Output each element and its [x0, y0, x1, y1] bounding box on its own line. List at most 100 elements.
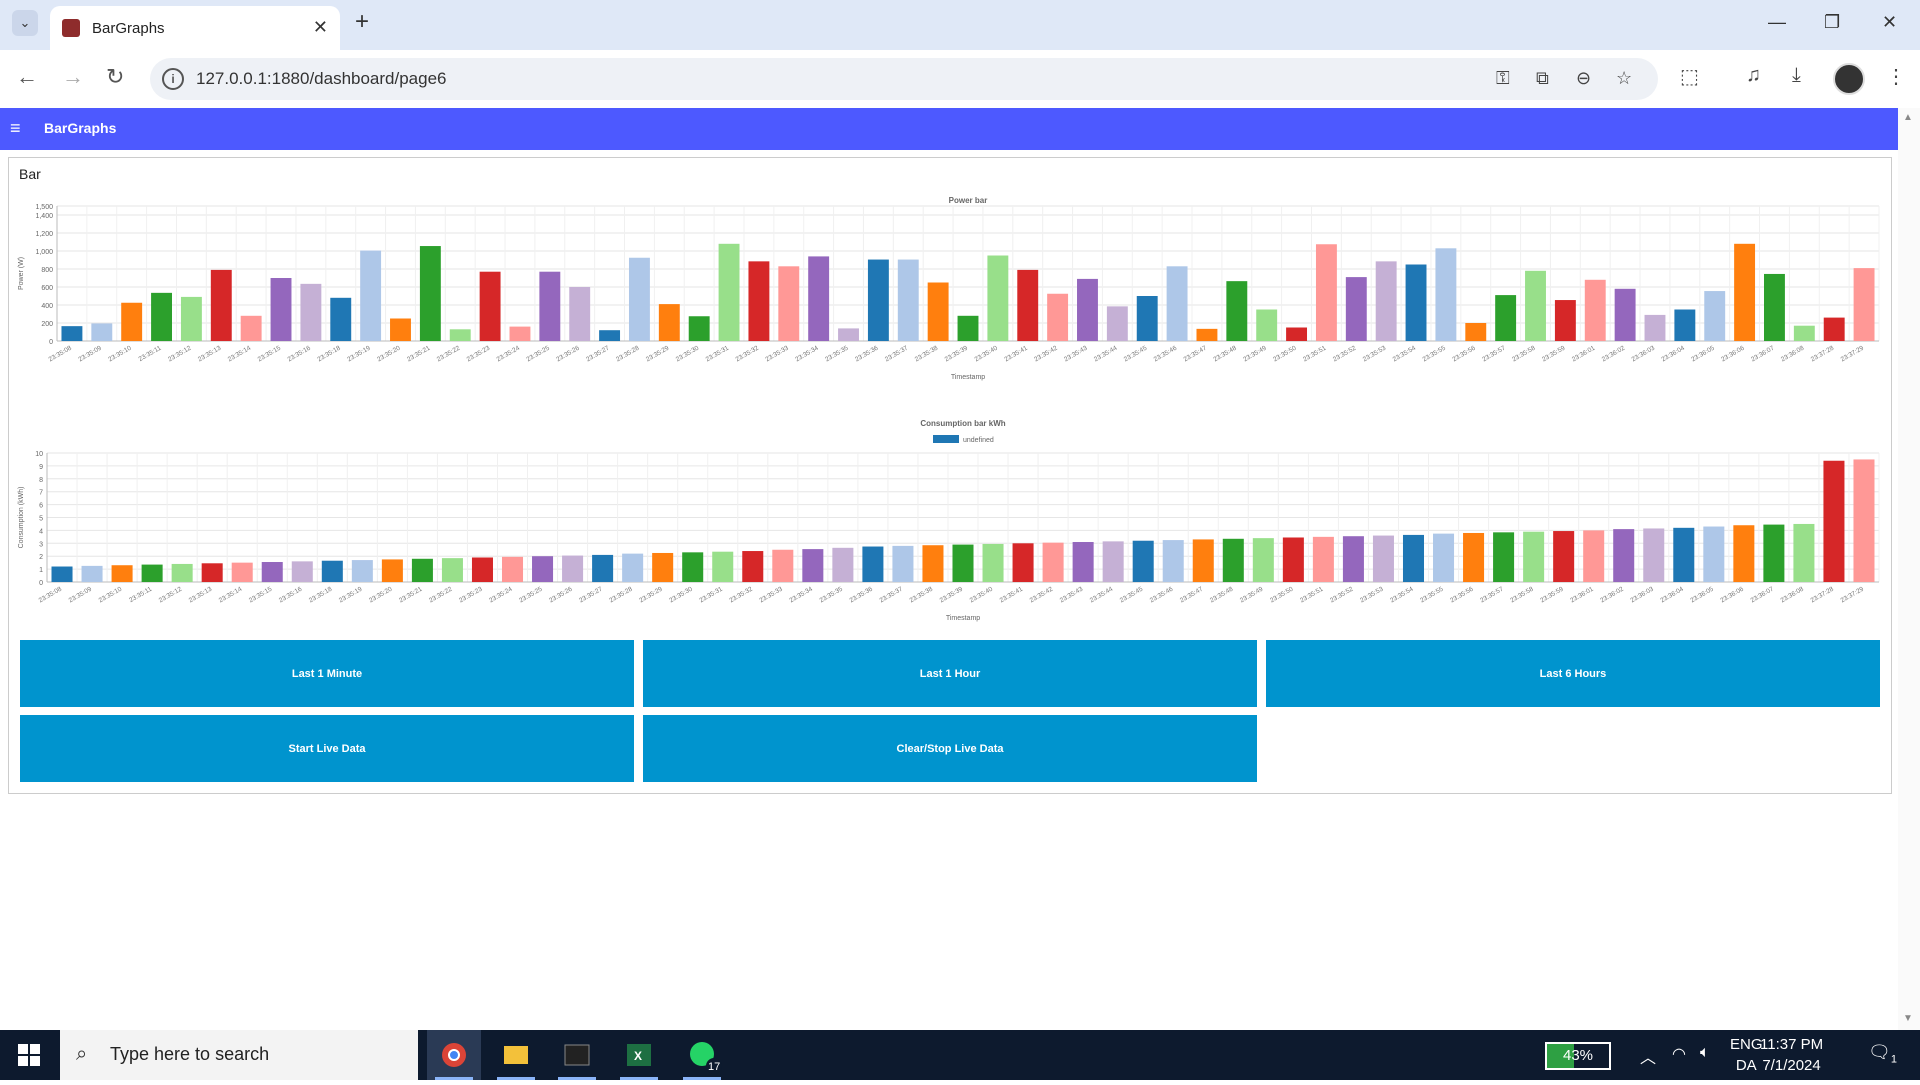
browser-tab[interactable]: BarGraphs ✕	[50, 6, 340, 50]
x-tick-label: 23:35:45	[1119, 585, 1145, 604]
x-tick-label: 23:36:04	[1659, 585, 1685, 604]
scroll-down-icon[interactable]: ▼	[1903, 1013, 1913, 1024]
avatar[interactable]	[1833, 63, 1865, 95]
x-tick-label: 23:37:29	[1840, 585, 1866, 604]
x-tick-label: 23:36:02	[1599, 585, 1625, 604]
bar	[1703, 526, 1725, 582]
bar	[569, 287, 591, 341]
bar	[532, 556, 554, 582]
address-bar[interactable]: i 127.0.0.1:1880/dashboard/page6 ⚿ ⧉ ⊖ ☆	[150, 58, 1658, 100]
x-tick-label: 23:35:27	[578, 585, 604, 604]
last-1-hour-button[interactable]: Last 1 Hour	[643, 640, 1257, 707]
taskbar-file-explorer-icon[interactable]	[489, 1030, 543, 1080]
x-tick-label: 23:35:58	[1511, 344, 1537, 363]
bar	[1764, 273, 1785, 341]
scroll-up-icon[interactable]: ▲	[1903, 112, 1913, 123]
page-scrollbar[interactable]	[1898, 108, 1920, 1030]
x-tick-label: 23:35:42	[1029, 585, 1055, 604]
x-tick-label: 23:35:21	[398, 585, 424, 604]
restore-button[interactable]: ❐	[1824, 12, 1840, 33]
bar	[81, 565, 103, 582]
start-live-data-button[interactable]: Start Live Data	[20, 715, 634, 782]
download-icon[interactable]: ⤓	[1792, 64, 1801, 87]
taskbar-whatsapp-icon[interactable]: 17	[675, 1030, 729, 1080]
x-tick-label: 23:35:23	[458, 585, 484, 604]
bar	[201, 563, 223, 582]
bar	[1525, 270, 1546, 341]
clear-stop-live-data-button[interactable]: Clear/Stop Live Data	[643, 715, 1257, 782]
new-tab-button[interactable]: +	[355, 10, 369, 34]
x-tick-label: 23:36:02	[1601, 344, 1627, 363]
x-tick-label: 23:35:39	[944, 344, 970, 363]
bar	[1375, 261, 1397, 341]
taskbar-terminal-icon[interactable]	[550, 1030, 604, 1080]
taskbar-search-box[interactable]: ⌕ Type here to search	[60, 1030, 418, 1080]
bar	[1433, 533, 1455, 582]
taskbar-excel-icon[interactable]: X	[612, 1030, 666, 1080]
volume-icon[interactable]: 🔈︎	[1700, 1044, 1710, 1062]
info-icon[interactable]: i	[162, 68, 184, 90]
x-tick-label: 23:35:40	[973, 344, 999, 363]
language-indicator[interactable]: ENG DA	[1730, 1034, 1763, 1076]
x-tick-label: 23:35:49	[1239, 585, 1265, 604]
windows-start-icon[interactable]	[18, 1044, 40, 1066]
bar	[712, 551, 734, 582]
x-tick-label: 23:35:46	[1153, 344, 1179, 363]
extensions-icon[interactable]: ⬚	[1680, 64, 1699, 89]
legend-swatch	[933, 435, 959, 443]
zoom-out-icon[interactable]: ⊖	[1576, 68, 1591, 89]
bar	[111, 565, 133, 582]
x-tick-label: 23:35:19	[338, 585, 364, 604]
back-icon[interactable]: ←	[16, 64, 38, 90]
close-tab-icon[interactable]: ✕	[313, 17, 328, 38]
bar	[867, 259, 889, 341]
notifications-icon[interactable]: 🗨︎1	[1868, 1042, 1897, 1066]
bar	[91, 323, 113, 341]
bar	[121, 302, 143, 341]
bar	[1226, 281, 1248, 341]
power-bar-chart: Power bar 0 200 400 600 800 1,000 1,200 1,400 1,5…	[18, 196, 1880, 381]
bar	[1166, 266, 1188, 341]
taskbar-chrome-icon[interactable]	[427, 1030, 481, 1080]
x-tick-label: 23:35:51	[1299, 585, 1325, 604]
search-icon: ⌕	[76, 1043, 88, 1065]
bar	[987, 255, 1009, 341]
url-text[interactable]: 127.0.0.1:1880/dashboard/page6	[196, 69, 447, 89]
battery-indicator[interactable]: 43%	[1545, 1042, 1611, 1070]
bar	[1286, 327, 1308, 341]
last-1-minute-button[interactable]: Last 1 Minute	[20, 640, 634, 707]
bar	[592, 554, 614, 582]
open-external-icon[interactable]: ⧉	[1536, 68, 1549, 89]
show-hidden-icons-chevron-icon[interactable]: ︿	[1640, 1044, 1656, 1068]
y-axis-label: Consumption (kWh)	[18, 487, 25, 549]
wifi-icon[interactable]: ◠	[1672, 1044, 1686, 1064]
bar	[1704, 291, 1726, 341]
close-window-button[interactable]: ✕	[1882, 12, 1897, 33]
bar	[240, 315, 262, 341]
x-tick-label: 23:35:34	[788, 585, 814, 604]
bar	[360, 250, 382, 341]
tab-list-button[interactable]: ⌄	[12, 10, 38, 36]
x-tick-label: 23:35:52	[1332, 344, 1358, 363]
y-tick-label: 600	[41, 285, 53, 292]
y-tick-label: 1	[39, 567, 43, 574]
more-icon[interactable]: ⋮	[1886, 64, 1906, 89]
y-tick-label: 400	[41, 303, 53, 310]
forward-icon[interactable]: →	[62, 64, 84, 90]
last-6-hours-button[interactable]: Last 6 Hours	[1266, 640, 1880, 707]
media-icon[interactable]: ♫	[1746, 64, 1761, 87]
key-icon[interactable]: ⚿	[1496, 68, 1510, 89]
y-tick-label: 0	[49, 339, 53, 346]
bar	[300, 283, 322, 341]
star-icon[interactable]: ☆	[1616, 68, 1632, 89]
x-tick-label: 23:36:05	[1690, 344, 1716, 363]
reload-icon[interactable]: ↻	[106, 64, 124, 90]
bar	[419, 246, 441, 341]
bar	[622, 553, 644, 582]
hamburger-menu-icon[interactable]: ≡	[10, 118, 21, 139]
x-tick-label: 23:35:16	[286, 344, 312, 363]
bar	[1495, 295, 1517, 341]
taskbar-clock[interactable]: 11:37 PM 7/1/2024	[1760, 1034, 1823, 1076]
x-tick-label: 23:35:12	[167, 344, 193, 363]
minimize-button[interactable]: —	[1768, 12, 1786, 33]
